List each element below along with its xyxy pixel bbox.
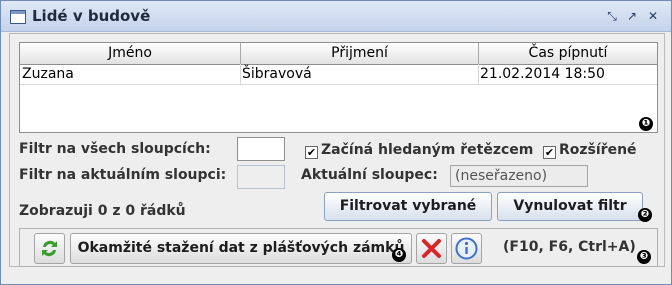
callout-badge-1: ❶ — [639, 117, 653, 131]
filter-current-column-input[interactable] — [237, 165, 285, 189]
window-icon — [10, 10, 26, 24]
current-column-combo[interactable]: (neseřazeno) — [450, 165, 588, 187]
window-title: Lidé v budově — [32, 7, 151, 25]
current-column-label: Aktuální sloupec: — [301, 167, 438, 183]
filter-all-columns-input[interactable] — [237, 137, 285, 161]
refresh-icon — [42, 240, 57, 257]
minimize-icon[interactable]: ⤡ — [605, 9, 619, 23]
starts-with-label: Začíná hledaným řetězcem — [321, 142, 534, 158]
extended-label: Rozšířené — [559, 142, 637, 158]
column-header-time[interactable]: Čas pípnutí — [479, 45, 657, 62]
row-divider — [20, 84, 657, 85]
window: Lidé v budově ⤡ ↗ ✕ Jméno Přijmení Čas p… — [0, 0, 672, 285]
download-data-button[interactable]: Okamžité stažení dat z plášťových zámků — [70, 233, 412, 264]
row-count-status: Zobrazuji 0 z 0 řádků — [19, 203, 186, 219]
cell-time: 21.02.2014 18:50 — [480, 66, 605, 82]
maximize-icon[interactable]: ↗ — [625, 9, 639, 23]
column-header-surname[interactable]: Přijmení — [241, 45, 478, 62]
extended-checkbox[interactable]: ✔ — [543, 146, 556, 159]
title-bar[interactable]: Lidé v budově ⤡ ↗ ✕ — [1, 1, 671, 32]
filter-selected-button[interactable]: Filtrovat vybrané — [324, 192, 492, 221]
delete-icon — [422, 239, 441, 258]
cell-surname: Šibravová — [242, 66, 312, 82]
filter-all-columns-label: Filtr na všech sloupcích: — [19, 141, 211, 157]
column-header-name[interactable]: Jméno — [20, 45, 240, 62]
callout-badge-4: ❹ — [392, 248, 406, 262]
people-table[interactable]: Jméno Přijmení Čas pípnutí Zuzana Šibrav… — [19, 42, 658, 133]
callout-badge-3: ❸ — [637, 250, 651, 264]
close-icon[interactable]: ✕ — [646, 9, 660, 23]
callout-badge-2: ❷ — [638, 208, 652, 222]
cell-divider — [478, 64, 479, 84]
delete-button[interactable] — [416, 233, 447, 264]
starts-with-checkbox[interactable]: ✔ — [305, 146, 318, 159]
cell-name: Zuzana — [22, 66, 74, 82]
reset-filter-button[interactable]: Vynulovat filtr — [497, 192, 643, 221]
cell-divider — [240, 64, 241, 84]
info-button[interactable] — [451, 233, 482, 264]
bottom-toolbar: Okamžité stažení dat z plášťových zámků … — [19, 228, 658, 267]
table-header: Jméno Přijmení Čas pípnutí — [20, 43, 657, 65]
info-icon — [455, 237, 478, 260]
filter-current-column-label: Filtr na aktuálním sloupci: — [19, 167, 227, 183]
refresh-button[interactable] — [34, 233, 65, 264]
shortcut-hint: (F10, F6, Ctrl+A) — [503, 239, 636, 255]
